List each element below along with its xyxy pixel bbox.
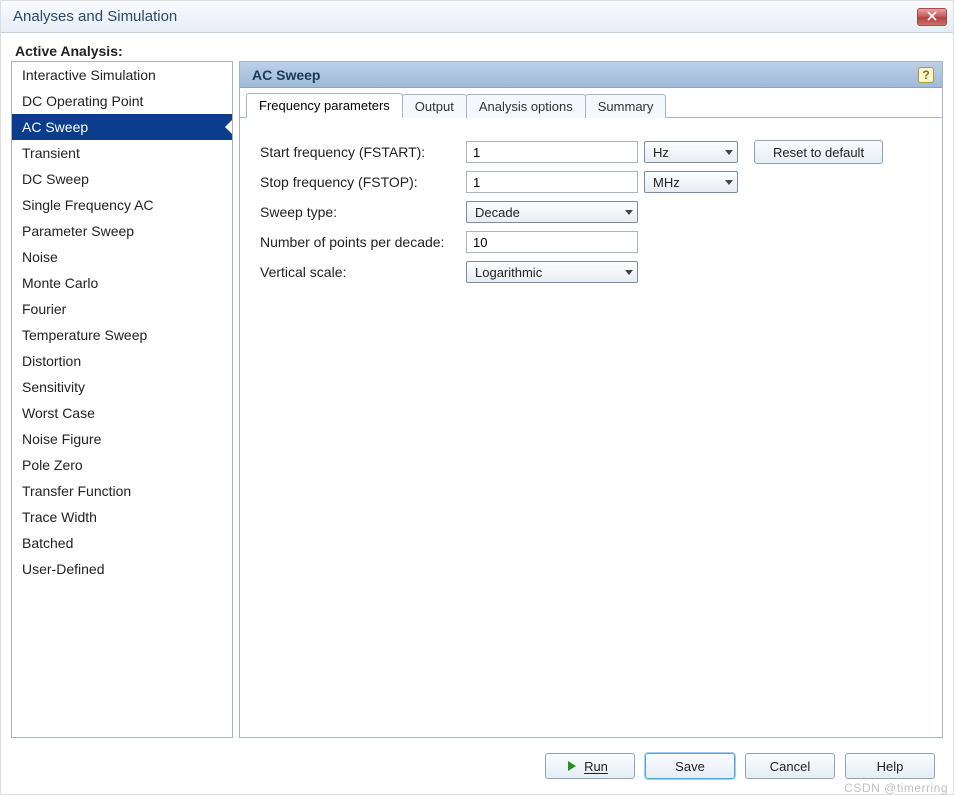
chevron-down-icon	[625, 270, 633, 275]
main-panel: AC Sweep ? Frequency parameters Output A…	[239, 61, 943, 738]
input-points-per-decade[interactable]	[466, 231, 638, 253]
label-vertical-scale: Vertical scale:	[260, 264, 460, 280]
sidebar-item-monte-carlo[interactable]: Monte Carlo	[12, 270, 232, 296]
label-points-per-decade: Number of points per decade:	[260, 234, 460, 250]
select-start-frequency-unit[interactable]: Hz	[644, 141, 738, 163]
input-start-frequency[interactable]	[466, 141, 638, 163]
tab-row: Frequency parameters Output Analysis opt…	[240, 88, 942, 118]
sidebar-item-ac-sweep[interactable]: AC Sweep	[12, 114, 232, 140]
tab-summary[interactable]: Summary	[585, 94, 667, 118]
label-sweep-type: Sweep type:	[260, 204, 460, 220]
help-icon[interactable]: ?	[918, 67, 934, 83]
body: Interactive Simulation DC Operating Poin…	[1, 61, 953, 738]
sidebar-item-temperature-sweep[interactable]: Temperature Sweep	[12, 322, 232, 348]
sidebar-item-worst-case[interactable]: Worst Case	[12, 400, 232, 426]
sidebar-item-trace-width[interactable]: Trace Width	[12, 504, 232, 530]
row-start-frequency: Start frequency (FSTART): Hz Reset to de…	[260, 140, 922, 164]
sidebar-item-dc-operating-point[interactable]: DC Operating Point	[12, 88, 232, 114]
select-value: MHz	[653, 175, 680, 190]
select-value: Hz	[653, 145, 669, 160]
sidebar-item-batched[interactable]: Batched	[12, 530, 232, 556]
titlebar: Analyses and Simulation	[1, 1, 953, 33]
panel-title: AC Sweep	[252, 67, 320, 83]
tab-content: Start frequency (FSTART): Hz Reset to de…	[240, 118, 942, 737]
select-stop-frequency-unit[interactable]: MHz	[644, 171, 738, 193]
active-analysis-label: Active Analysis:	[1, 33, 953, 61]
tab-frequency-parameters[interactable]: Frequency parameters	[246, 93, 403, 118]
save-button[interactable]: Save	[645, 753, 735, 779]
label-stop-frequency: Stop frequency (FSTOP):	[260, 174, 460, 190]
close-button[interactable]	[917, 8, 947, 26]
help-button[interactable]: Help	[845, 753, 935, 779]
sidebar-item-parameter-sweep[interactable]: Parameter Sweep	[12, 218, 232, 244]
chevron-down-icon	[625, 210, 633, 215]
sidebar-item-transfer-function[interactable]: Transfer Function	[12, 478, 232, 504]
sidebar-item-dc-sweep[interactable]: DC Sweep	[12, 166, 232, 192]
sidebar-item-user-defined[interactable]: User-Defined	[12, 556, 232, 582]
cancel-button[interactable]: Cancel	[745, 753, 835, 779]
select-vertical-scale[interactable]: Logarithmic	[466, 261, 638, 283]
watermark: CSDN @timerring	[844, 781, 948, 795]
row-stop-frequency: Stop frequency (FSTOP): MHz	[260, 170, 922, 194]
tab-output[interactable]: Output	[402, 94, 467, 118]
input-stop-frequency[interactable]	[466, 171, 638, 193]
reset-to-default-button[interactable]: Reset to default	[754, 140, 883, 164]
sidebar-item-distortion[interactable]: Distortion	[12, 348, 232, 374]
sidebar-item-pole-zero[interactable]: Pole Zero	[12, 452, 232, 478]
sidebar-item-fourier[interactable]: Fourier	[12, 296, 232, 322]
sidebar-item-single-frequency-ac[interactable]: Single Frequency AC	[12, 192, 232, 218]
close-icon	[927, 8, 937, 25]
sidebar-item-sensitivity[interactable]: Sensitivity	[12, 374, 232, 400]
tab-analysis-options[interactable]: Analysis options	[466, 94, 586, 118]
row-sweep-type: Sweep type: Decade	[260, 200, 922, 224]
footer: Run Save Cancel Help	[1, 738, 953, 794]
chevron-down-icon	[725, 150, 733, 155]
select-value: Logarithmic	[475, 265, 542, 280]
row-vertical-scale: Vertical scale: Logarithmic	[260, 260, 922, 284]
row-points-per-decade: Number of points per decade:	[260, 230, 922, 254]
play-icon	[568, 761, 576, 771]
chevron-down-icon	[725, 180, 733, 185]
sidebar-item-noise-figure[interactable]: Noise Figure	[12, 426, 232, 452]
panel-header: AC Sweep ?	[240, 62, 942, 88]
sidebar-item-transient[interactable]: Transient	[12, 140, 232, 166]
label-start-frequency: Start frequency (FSTART):	[260, 144, 460, 160]
select-value: Decade	[475, 205, 520, 220]
window-title: Analyses and Simulation	[13, 8, 177, 25]
select-sweep-type[interactable]: Decade	[466, 201, 638, 223]
sidebar-item-noise[interactable]: Noise	[12, 244, 232, 270]
run-button[interactable]: Run	[545, 753, 635, 779]
analysis-list: Interactive Simulation DC Operating Poin…	[11, 61, 233, 738]
sidebar-item-interactive-simulation[interactable]: Interactive Simulation	[12, 62, 232, 88]
dialog-window: Analyses and Simulation Active Analysis:…	[0, 0, 954, 795]
